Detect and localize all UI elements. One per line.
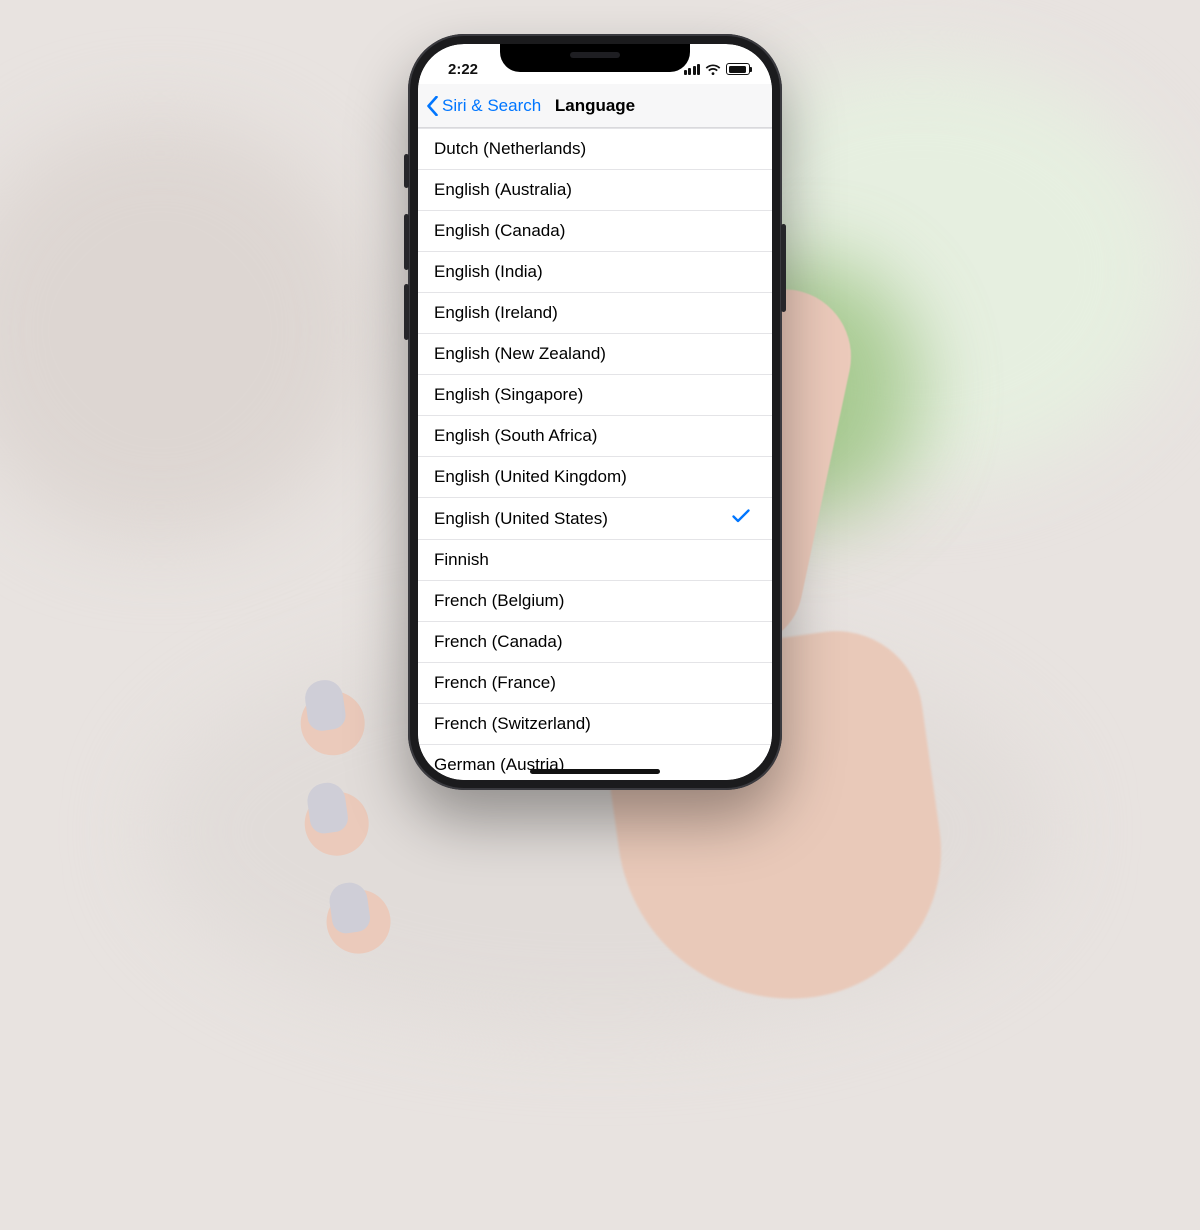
language-label: French (Belgium) — [434, 591, 564, 611]
language-row[interactable]: Finnish — [418, 540, 772, 581]
language-row[interactable]: French (Switzerland) — [418, 704, 772, 745]
language-label: English (United States) — [434, 509, 608, 529]
language-row[interactable]: French (Belgium) — [418, 581, 772, 622]
language-row[interactable]: English (Ireland) — [418, 293, 772, 334]
back-label: Siri & Search — [442, 96, 541, 116]
home-indicator[interactable] — [530, 769, 660, 774]
language-row[interactable]: French (Canada) — [418, 622, 772, 663]
language-row[interactable]: French (France) — [418, 663, 772, 704]
chevron-left-icon — [426, 96, 439, 116]
language-label: French (France) — [434, 673, 556, 693]
status-time: 2:22 — [448, 61, 478, 78]
language-row[interactable]: English (United Kingdom) — [418, 457, 772, 498]
language-label: French (Switzerland) — [434, 714, 591, 734]
cellular-icon — [684, 64, 701, 75]
language-label: Finnish — [434, 550, 489, 570]
battery-icon — [726, 63, 750, 75]
language-label: Dutch (Netherlands) — [434, 139, 586, 159]
language-label: English (India) — [434, 262, 543, 282]
back-button[interactable]: Siri & Search — [426, 96, 541, 116]
language-label: French (Canada) — [434, 632, 563, 652]
language-label: English (New Zealand) — [434, 344, 606, 364]
language-label: English (Ireland) — [434, 303, 558, 323]
page-title: Language — [555, 96, 635, 116]
language-list[interactable]: Dutch (Netherlands) English (Australia) En… — [418, 128, 772, 780]
checkmark-icon — [732, 508, 750, 529]
language-row[interactable]: English (South Africa) — [418, 416, 772, 457]
language-row[interactable]: Dutch (Netherlands) — [418, 128, 772, 170]
language-row[interactable]: English (Australia) — [418, 170, 772, 211]
nav-bar: Siri & Search Language — [418, 84, 772, 128]
language-label: English (United Kingdom) — [434, 467, 627, 487]
language-row[interactable]: English (United States) — [418, 498, 772, 540]
language-label: English (Singapore) — [434, 385, 583, 405]
phone-device: 2:22 Siri & Search Language Dutch (Nethe… — [408, 34, 782, 790]
language-label: English (South Africa) — [434, 426, 597, 446]
notch — [500, 44, 690, 72]
phone-screen: 2:22 Siri & Search Language Dutch (Nethe… — [418, 44, 772, 780]
language-row[interactable]: English (Singapore) — [418, 375, 772, 416]
language-row[interactable]: English (New Zealand) — [418, 334, 772, 375]
language-row[interactable]: German (Austria) — [418, 745, 772, 780]
language-row[interactable]: English (India) — [418, 252, 772, 293]
language-label: English (Australia) — [434, 180, 572, 200]
wifi-icon — [705, 63, 721, 75]
language-label: English (Canada) — [434, 221, 565, 241]
language-row[interactable]: English (Canada) — [418, 211, 772, 252]
